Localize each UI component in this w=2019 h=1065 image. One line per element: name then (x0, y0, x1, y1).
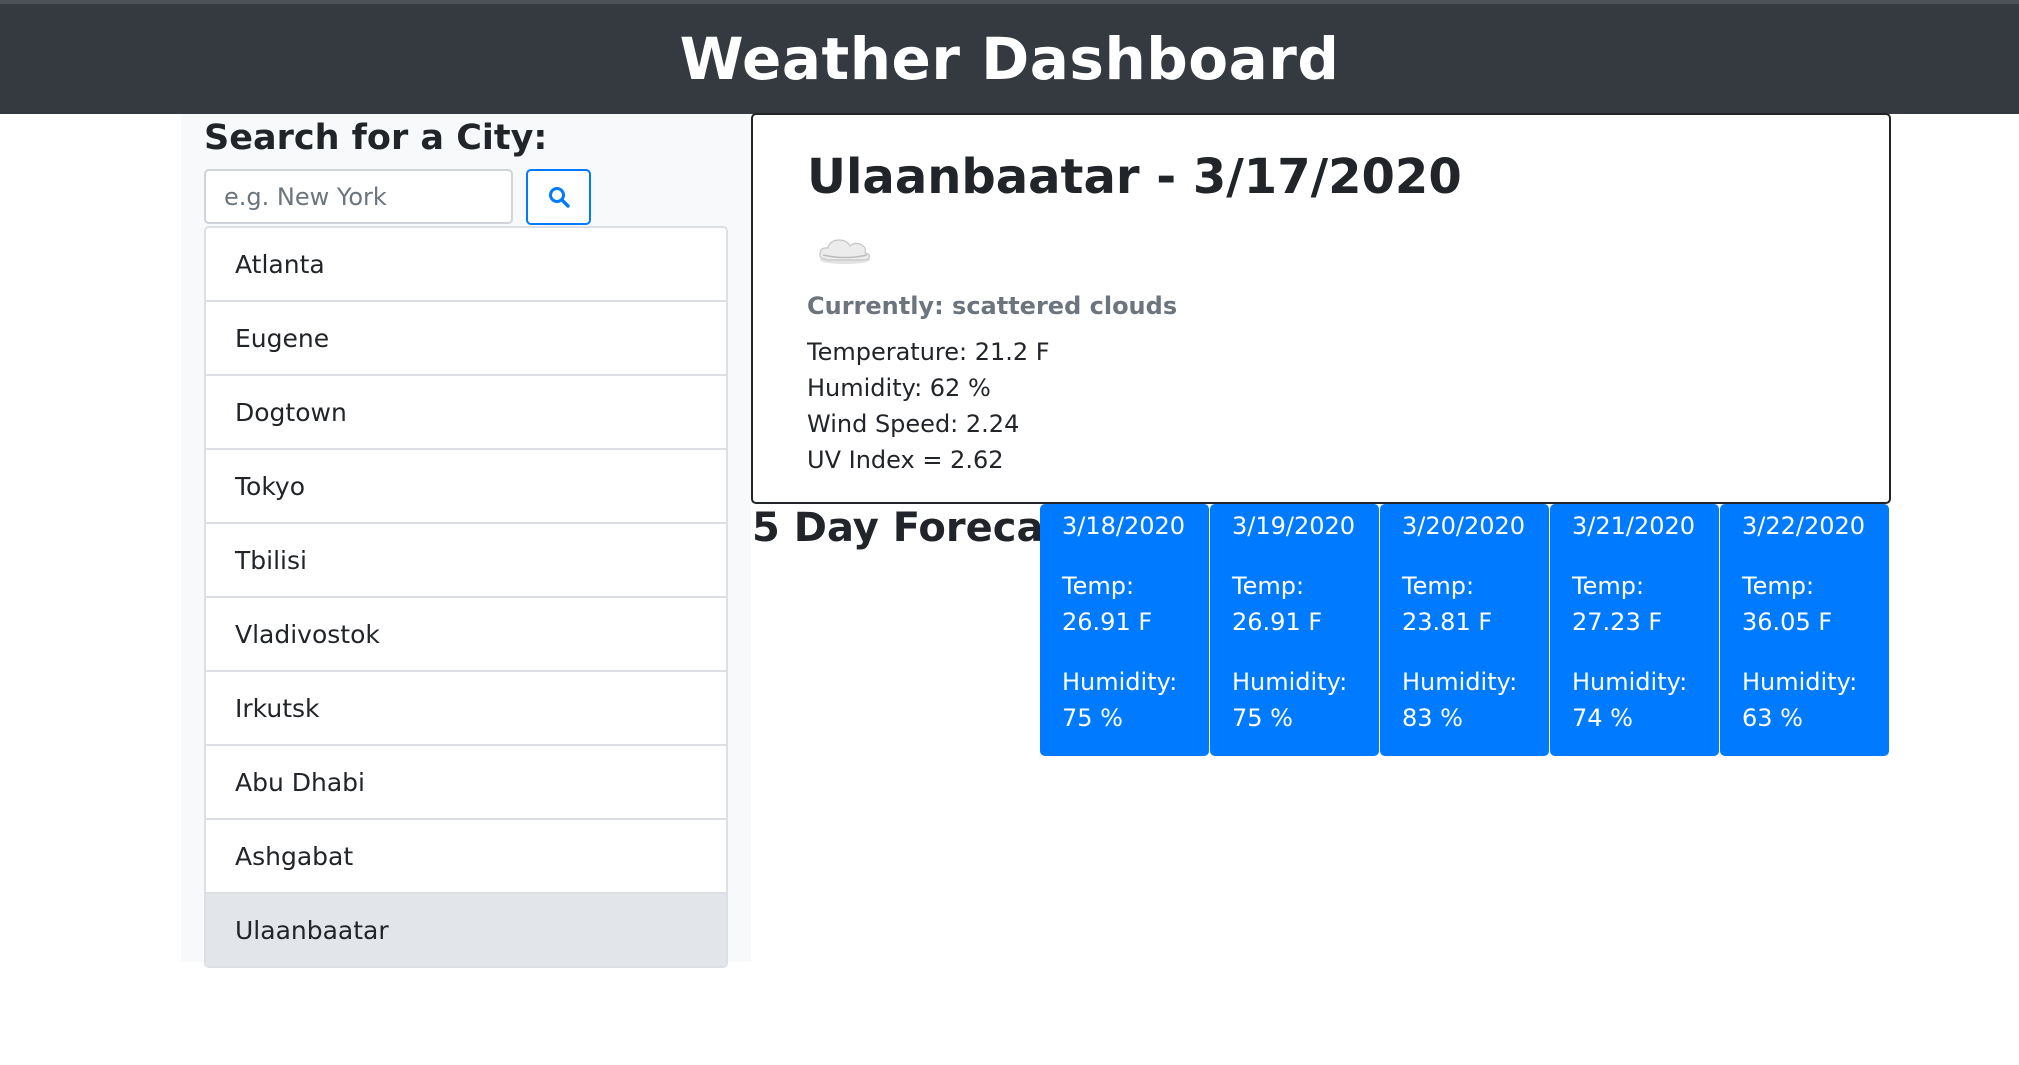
city-list-item[interactable]: Irkutsk (206, 672, 726, 746)
current-humidity: Humidity: 62 % (807, 374, 991, 402)
city-list-item[interactable]: Tbilisi (206, 524, 726, 598)
forecast-humidity-label: Humidity: (1402, 668, 1518, 696)
current-city-title: Ulaanbaatar - 3/17/2020 (807, 149, 1462, 205)
current-description: Currently: scattered clouds (807, 292, 1178, 320)
forecast-humidity-label: Humidity: (1062, 668, 1178, 696)
forecast-humidity: 75 % (1232, 704, 1293, 732)
forecast-date: 3/22/2020 (1742, 512, 1866, 540)
forecast-temp-label: Temp: (1062, 572, 1135, 600)
forecast-date: 3/20/2020 (1402, 512, 1526, 540)
forecast-temp: 36.05 F (1742, 608, 1833, 636)
city-list-item[interactable]: Abu Dhabi (206, 746, 726, 820)
current-temperature: Temperature: 21.2 F (807, 338, 1050, 366)
forecast-temp-label: Temp: (1232, 572, 1305, 600)
forecast-temp: 26.91 F (1232, 608, 1323, 636)
city-list-item[interactable]: Dogtown (206, 376, 726, 450)
forecast-humidity: 83 % (1402, 704, 1463, 732)
forecast-humidity: 74 % (1572, 704, 1633, 732)
forecast-humidity-label: Humidity: (1232, 668, 1348, 696)
city-list-item[interactable]: Tokyo (206, 450, 726, 524)
search-heading: Search for a City: (204, 118, 548, 158)
city-list-item[interactable]: Vladivostok (206, 598, 726, 672)
page-title: Weather Dashboard (679, 25, 1340, 93)
search-icon (548, 187, 570, 208)
city-list-item[interactable]: Ashgabat (206, 820, 726, 894)
forecast-humidity-label: Humidity: (1572, 668, 1688, 696)
city-search-input[interactable] (204, 169, 513, 224)
forecast-date: 3/21/2020 (1572, 512, 1696, 540)
forecast-temp: 26.91 F (1062, 608, 1153, 636)
forecast-temp-label: Temp: (1742, 572, 1815, 600)
forecast-date: 3/19/2020 (1232, 512, 1356, 540)
city-list-item[interactable]: Atlanta (206, 228, 726, 302)
city-history-list: Atlanta Eugene Dogtown Tokyo Tbilisi Vla… (204, 226, 728, 968)
search-sidebar: Search for a City: Atlanta Eugene Dogtow… (181, 114, 751, 968)
forecast-humidity: 63 % (1742, 704, 1803, 732)
current-uv-index: UV Index = 2.62 (807, 446, 1004, 474)
forecast-row: 3/18/2020 Temp: 26.91 F Humidity: 75 % 3… (1040, 504, 1889, 756)
forecast-card: 3/19/2020 Temp: 26.91 F Humidity: 75 % (1210, 504, 1379, 756)
forecast-humidity: 75 % (1062, 704, 1123, 732)
forecast-card: 3/21/2020 Temp: 27.23 F Humidity: 74 % (1550, 504, 1719, 756)
current-wind-speed: Wind Speed: 2.24 (807, 410, 1020, 438)
search-button[interactable] (526, 169, 591, 225)
forecast-card: 3/22/2020 Temp: 36.05 F Humidity: 63 % (1720, 504, 1889, 756)
current-weather-card: Ulaanbaatar - 3/17/2020 Currently: scatt… (751, 113, 1891, 504)
forecast-humidity-label: Humidity: (1742, 668, 1858, 696)
current-stats: Temperature: 21.2 F Humidity: 62 % Wind … (807, 334, 1050, 478)
forecast-card: 3/20/2020 Temp: 23.81 F Humidity: 83 % (1380, 504, 1549, 756)
forecast-date: 3/18/2020 (1062, 512, 1186, 540)
forecast-temp: 27.23 F (1572, 608, 1663, 636)
forecast-temp-label: Temp: (1572, 572, 1645, 600)
forecast-card: 3/18/2020 Temp: 26.91 F Humidity: 75 % (1040, 504, 1209, 756)
header-bar: Weather Dashboard (0, 0, 2019, 114)
forecast-temp: 23.81 F (1402, 608, 1493, 636)
cloud-icon (819, 239, 871, 264)
city-list-item-active[interactable]: Ulaanbaatar (206, 894, 726, 966)
city-list-item[interactable]: Eugene (206, 302, 726, 376)
forecast-temp-label: Temp: (1402, 572, 1475, 600)
